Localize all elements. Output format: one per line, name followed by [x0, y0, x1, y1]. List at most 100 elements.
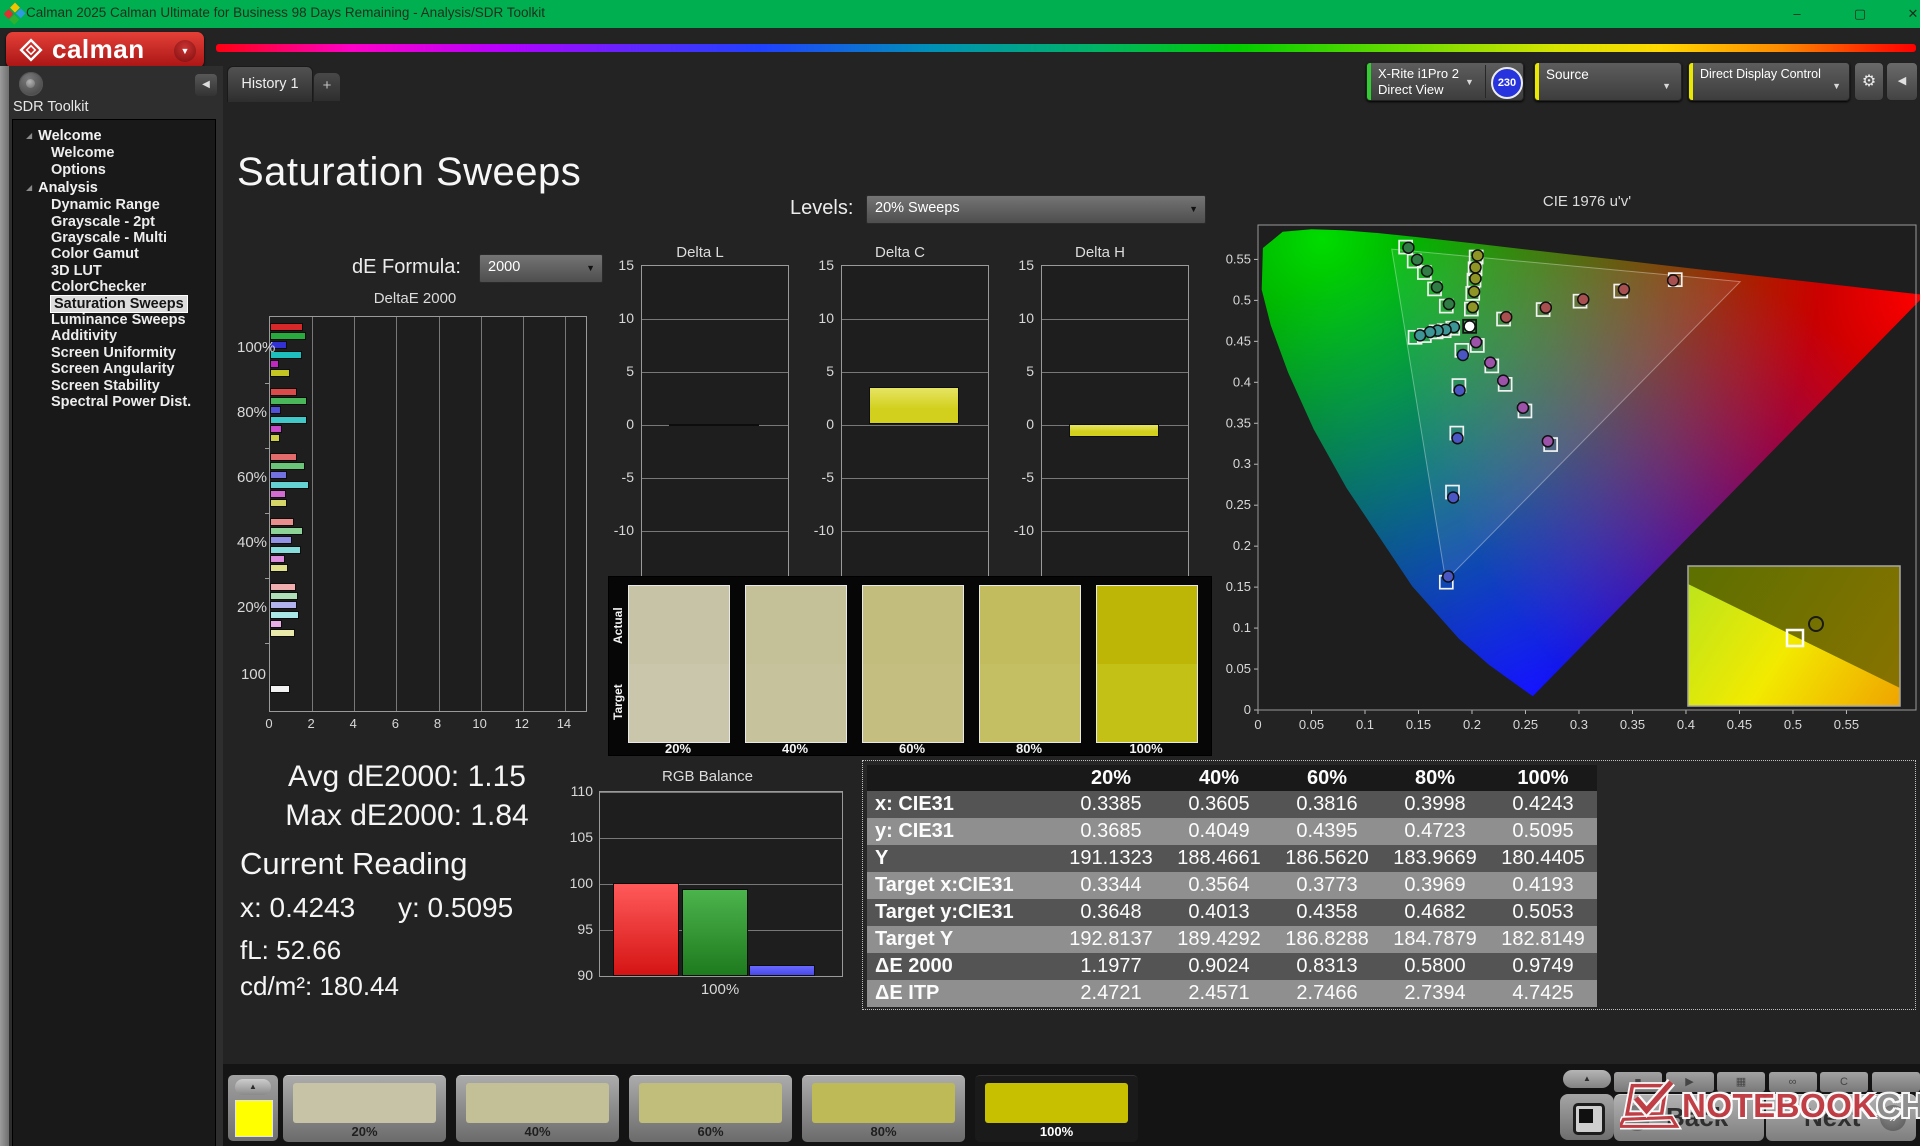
sidebar-item-colorchecker[interactable]: ColorChecker — [51, 279, 146, 295]
delta_c-ytick: 15 — [818, 257, 834, 273]
patch-button-60%[interactable]: 60% — [629, 1075, 792, 1142]
collapse-up-icon[interactable]: ▲ — [235, 1079, 271, 1095]
sidebar-item-options[interactable]: Options — [51, 162, 106, 178]
transport-small-button-2[interactable]: ▦ — [1717, 1072, 1765, 1092]
sidebar-item-screen-angularity[interactable]: Screen Angularity — [51, 361, 175, 377]
sidebar-collapse-button[interactable]: ◀ — [195, 74, 217, 96]
cie-measured-green — [1410, 253, 1424, 266]
cie-1976-chart: CIE 1976 u'v' 0 0.05 0.1 0.15 0.2 0.25 0.3 0.35 0… — [1226, 193, 1920, 732]
transport-small-button-5[interactable] — [1871, 1072, 1920, 1092]
panel-collapse-icon[interactable]: ◀ — [1886, 62, 1918, 101]
close-button[interactable]: ✕ — [1898, 4, 1920, 24]
rgb-ytick: 95 — [577, 921, 593, 937]
meter-badge: 230 — [1491, 67, 1523, 99]
tree-expand-icon[interactable]: ◢ — [26, 183, 32, 192]
next-button[interactable]: Next » — [1766, 1094, 1916, 1141]
sidebar-item-screen-stability[interactable]: Screen Stability — [51, 378, 160, 394]
sidebar-item-additivity[interactable]: Additivity — [51, 328, 117, 344]
row-value: 188.4661 — [1165, 845, 1273, 872]
deltae-bar-green — [270, 332, 307, 341]
patch-button-80%[interactable]: 80% — [802, 1075, 965, 1142]
back-chevron-icon: « — [1624, 1105, 1650, 1131]
patch-button-100%[interactable]: 100% — [975, 1075, 1138, 1142]
transport-collapse-up-icon[interactable]: ▲ — [1563, 1070, 1611, 1088]
calman-menu-button[interactable]: calman ▼ — [6, 32, 204, 68]
row-value: 186.8288 — [1273, 926, 1381, 953]
tree-group-welcome[interactable]: ◢ Welcome — [26, 128, 102, 144]
row-label: x: CIE31 — [867, 791, 1057, 818]
minimize-button[interactable]: – — [1782, 4, 1812, 24]
source-chevron-icon[interactable]: ▼ — [1662, 81, 1671, 91]
target-swatch-80% — [980, 664, 1080, 742]
cie-measured-green — [1430, 280, 1444, 294]
cie-measured-green — [1402, 241, 1415, 254]
transport-small-button-0[interactable]: ■ — [1614, 1072, 1662, 1092]
levels-dropdown[interactable]: 20% Sweeps ▼ — [866, 195, 1206, 224]
sidebar-item-screen-uniformity[interactable]: Screen Uniformity — [51, 345, 176, 361]
stop-button[interactable] — [1560, 1094, 1614, 1140]
swatch-level-label: 80% — [1015, 741, 1043, 756]
meter-selector[interactable]: X-Rite i1Pro 2 Direct View ▼ 230 — [1366, 62, 1524, 101]
row-value: 0.8313 — [1273, 953, 1381, 980]
svg-text:0.45: 0.45 — [1226, 333, 1251, 348]
transport-small-button-4[interactable]: C — [1820, 1072, 1868, 1092]
target-row-label: Target — [611, 684, 625, 720]
tree-expand-icon[interactable]: ◢ — [26, 131, 32, 140]
deltae-bar-blue — [270, 601, 297, 610]
patch-color-20% — [293, 1083, 436, 1123]
de-formula-dropdown[interactable]: 2000 ▼ — [479, 254, 603, 283]
rgb-ytick: 105 — [569, 829, 593, 845]
meter-name: X-Rite i1Pro 2 — [1378, 66, 1459, 81]
back-button[interactable]: « Back — [1614, 1094, 1764, 1141]
meter-chevron-icon[interactable]: ▼ — [1465, 77, 1474, 87]
sidebar-item-dynamic-range[interactable]: Dynamic Range — [51, 197, 160, 213]
svg-text:0.1: 0.1 — [1233, 620, 1251, 635]
display-control-selector[interactable]: Direct Display Control ▼ — [1688, 62, 1850, 101]
cie-measured-cyan — [1413, 329, 1427, 342]
deltae-bar-cyan — [270, 415, 308, 424]
delta_l-ytick: -10 — [613, 522, 634, 538]
sidebar-item-saturation-sweeps[interactable]: Saturation Sweeps — [50, 294, 188, 313]
row-value: 0.4193 — [1489, 872, 1597, 899]
sidebar-item-grayscale-2pt[interactable]: Grayscale - 2pt — [51, 214, 155, 230]
sidebar-item-3d-lut[interactable]: 3D LUT — [51, 263, 102, 279]
tab-history-1[interactable]: History 1 — [227, 66, 313, 102]
workflow-tree: ◢ Welcome Welcome Options ◢ Analysis Dynamic R… — [12, 119, 216, 1146]
maximize-button[interactable]: ▢ — [1845, 4, 1875, 24]
cie-measured-yellow — [1471, 249, 1484, 262]
actual-swatch-80% — [980, 586, 1080, 664]
settings-gear-icon[interactable]: ⚙ — [1854, 62, 1884, 101]
target-swatch-60% — [863, 664, 963, 742]
sidebar-item-grayscale-multi[interactable]: Grayscale - Multi — [51, 230, 167, 246]
sidebar-item-spectral-power-dist-[interactable]: Spectral Power Dist. — [51, 394, 191, 410]
transport-small-button-3[interactable]: ∞ — [1768, 1072, 1817, 1092]
sidebar-pin-button[interactable] — [19, 72, 43, 96]
patch-button-20%[interactable]: 20% — [283, 1075, 446, 1142]
reading-x: x: 0.4243 — [240, 892, 356, 923]
source-selector[interactable]: Source ▼ — [1534, 62, 1682, 101]
actual-target-swatch-panel: Actual Target 20% 40% 60% 80% 100% — [608, 576, 1212, 756]
deltae-group-label: 20% — [237, 599, 268, 616]
patch-button-40%[interactable]: 40% — [456, 1075, 619, 1142]
row-value: 0.9749 — [1489, 953, 1597, 980]
tree-group-analysis[interactable]: ◢ Analysis — [26, 180, 98, 196]
sidebar-item-color-gamut[interactable]: Color Gamut — [51, 246, 139, 262]
calman-menu-chevron-icon[interactable]: ▼ — [174, 40, 196, 62]
svg-text:0.3: 0.3 — [1233, 456, 1251, 471]
display-control-chevron-icon[interactable]: ▼ — [1832, 81, 1841, 91]
patch-color-80% — [812, 1083, 955, 1123]
add-tab-button[interactable]: + — [314, 73, 340, 101]
row-value: 0.5053 — [1489, 899, 1597, 926]
deltae-bar-red — [270, 518, 294, 526]
pattern-preview-tile[interactable]: ▲ — [228, 1075, 278, 1141]
delta_h-ytick: 10 — [1018, 310, 1034, 326]
sidebar-item-luminance-sweeps[interactable]: Luminance Sweeps — [51, 312, 186, 328]
delta_l-ytick: 15 — [618, 257, 634, 273]
stop-icon — [1579, 1109, 1593, 1123]
row-label: Target y:CIE31 — [867, 899, 1057, 926]
row-value: 0.3685 — [1057, 818, 1165, 845]
sidebar-item-welcome[interactable]: Welcome — [51, 145, 114, 161]
transport-small-button-1[interactable]: ▶ — [1665, 1072, 1714, 1092]
row-value: 0.9024 — [1165, 953, 1273, 980]
svg-text:0.55: 0.55 — [1226, 251, 1251, 266]
